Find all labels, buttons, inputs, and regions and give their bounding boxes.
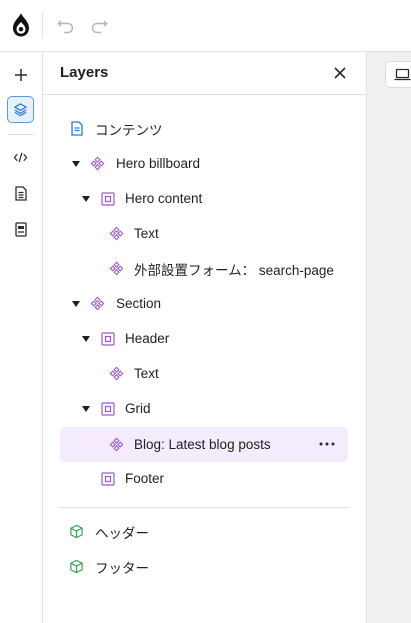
layer-label: Section [116, 296, 162, 311]
device-toggle[interactable] [385, 61, 411, 88]
close-icon[interactable] [332, 65, 348, 81]
component-icon [109, 366, 124, 381]
cube-icon [69, 524, 84, 539]
caret-down-icon[interactable] [81, 194, 91, 204]
region-header[interactable]: ヘッダー [60, 514, 348, 549]
layer-label: Blog: Latest blog posts [134, 437, 271, 452]
layer-label: Grid [125, 401, 151, 416]
slot-icon [100, 471, 115, 486]
region-label: ヘッダー [95, 525, 149, 541]
layer-grid[interactable]: Grid [60, 391, 348, 426]
layer-search-form[interactable]: 外部設置フォーム： search-page [60, 251, 348, 286]
layer-label: 外部設置フォーム： search-page [134, 262, 334, 278]
template-icon [14, 222, 27, 237]
drupal-drop-icon[interactable] [10, 12, 32, 38]
top-bar-divider [42, 12, 43, 38]
templates-button[interactable] [7, 216, 34, 243]
page-button[interactable] [7, 180, 34, 207]
layer-hero-text[interactable]: Text [60, 216, 348, 251]
layer-hero-content[interactable]: Hero content [60, 181, 348, 216]
caret-down-icon[interactable] [81, 334, 91, 344]
component-icon [90, 156, 105, 171]
layer-blog-latest-posts[interactable]: Blog: Latest blog posts [60, 427, 348, 462]
layer-label: Text [134, 366, 159, 381]
tree-divider [60, 507, 348, 508]
undo-icon[interactable] [55, 14, 77, 36]
add-button[interactable] [7, 61, 34, 88]
panel-header: Layers [43, 52, 366, 95]
slot-icon [100, 191, 115, 206]
layer-content[interactable]: コンテンツ [60, 111, 348, 146]
layers-icon [13, 103, 28, 117]
layer-label: Text [134, 226, 159, 241]
laptop-icon [394, 68, 411, 81]
top-bar [0, 0, 411, 52]
component-icon [90, 296, 105, 311]
layer-label: Hero content [125, 191, 203, 206]
more-options-icon[interactable] [318, 436, 336, 452]
code-button[interactable] [7, 144, 34, 171]
layer-label: Hero billboard [116, 156, 201, 171]
layer-section[interactable]: Section [60, 286, 348, 321]
document-icon [69, 121, 84, 136]
code-icon [13, 152, 28, 163]
component-icon [109, 226, 124, 241]
left-rail [0, 52, 43, 623]
caret-down-icon[interactable] [71, 159, 81, 169]
region-footer[interactable]: フッター [60, 549, 348, 584]
caret-down-icon[interactable] [71, 299, 81, 309]
redo-icon[interactable] [88, 14, 110, 36]
layers-button[interactable] [7, 96, 34, 123]
layer-header-text[interactable]: Text [60, 356, 348, 391]
slot-icon [100, 331, 115, 346]
document-icon [14, 186, 27, 201]
cube-icon [69, 559, 84, 574]
canvas-area[interactable] [366, 52, 411, 623]
rail-divider [8, 134, 34, 135]
layer-label: Header [125, 331, 170, 346]
component-icon [109, 261, 124, 276]
caret-down-icon[interactable] [81, 404, 91, 414]
slot-icon [100, 401, 115, 416]
region-label: フッター [95, 560, 149, 576]
component-icon [109, 437, 124, 452]
layer-label: Footer [125, 471, 165, 486]
layers-panel: Layers コンテンツ Hero billboard Hero content… [43, 52, 366, 623]
layer-footer[interactable]: Footer [60, 461, 348, 496]
layer-label: コンテンツ [95, 122, 163, 138]
layer-hero-billboard[interactable]: Hero billboard [60, 146, 348, 181]
plus-icon [14, 68, 27, 81]
panel-title: Layers [60, 64, 109, 81]
layer-header[interactable]: Header [60, 321, 348, 356]
